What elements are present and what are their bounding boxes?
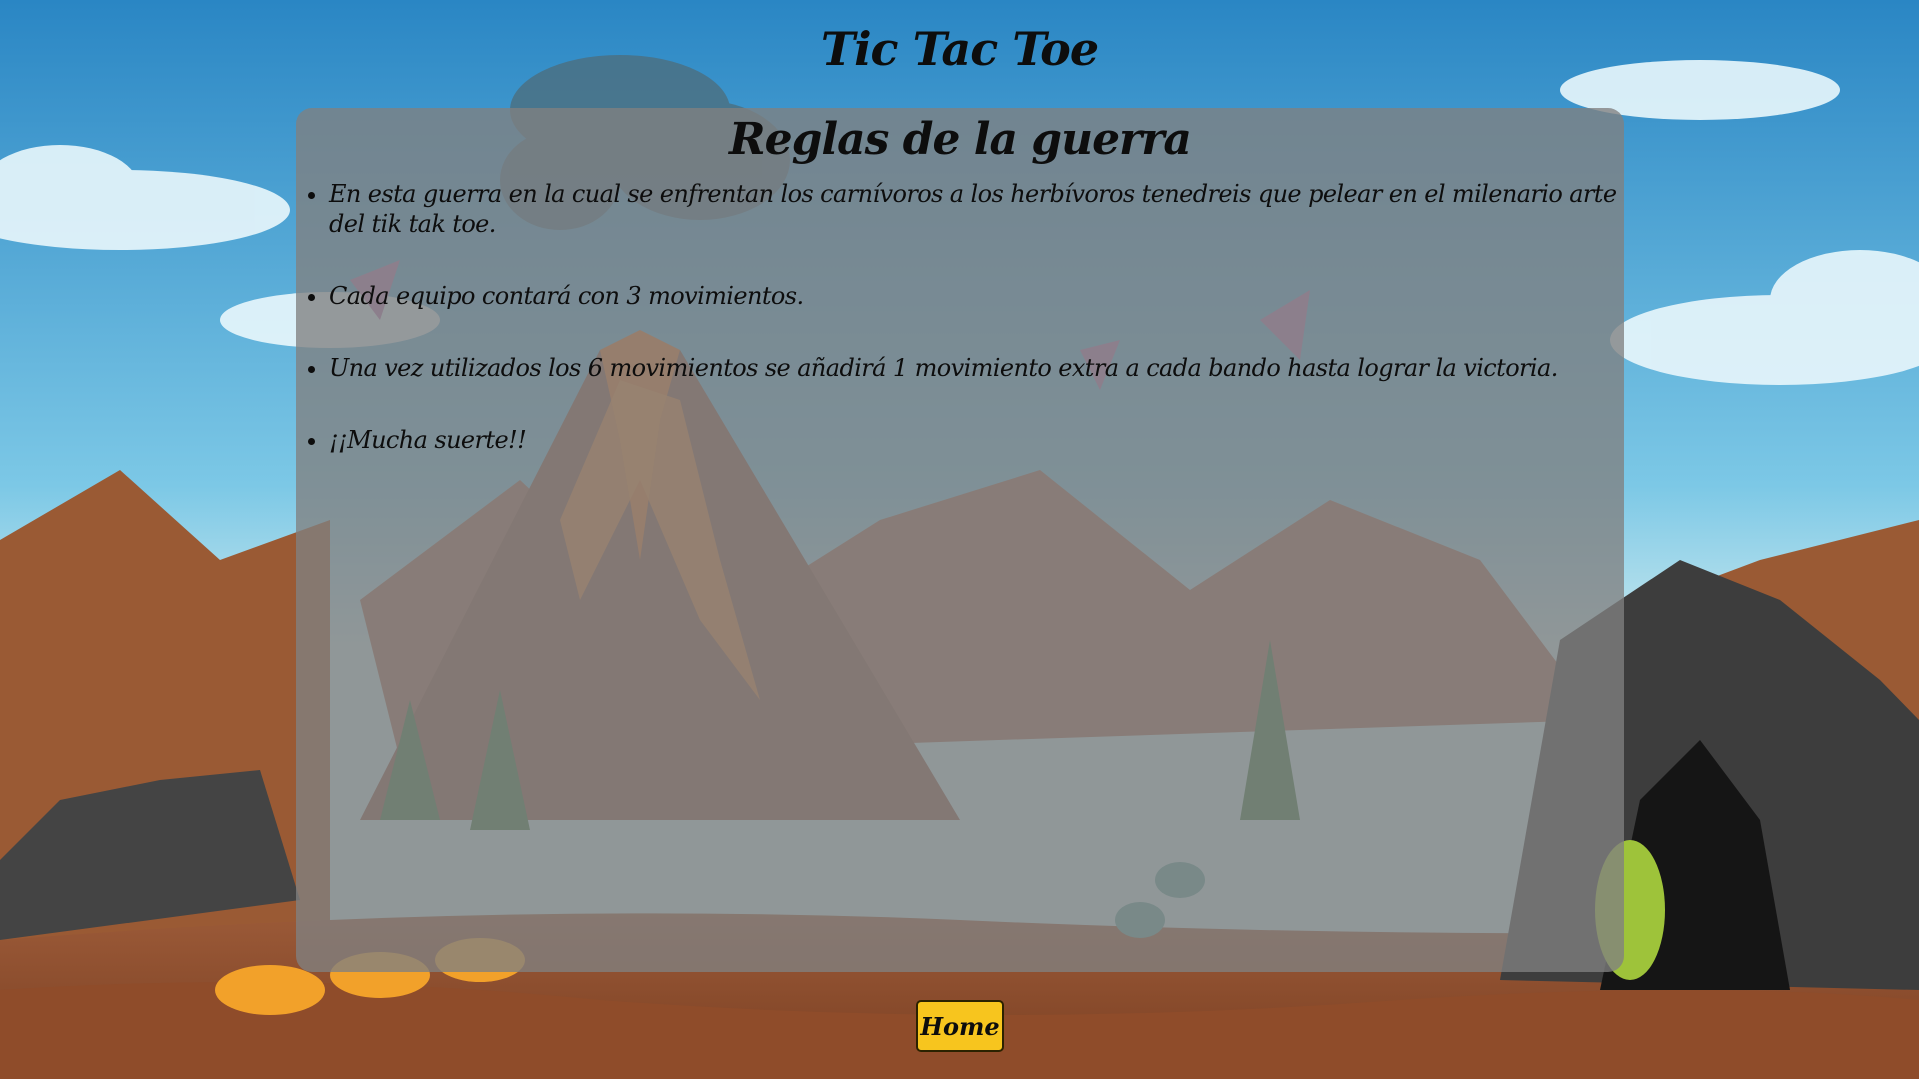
rules-panel: Reglas de la guerra En esta guerra en la… xyxy=(296,108,1624,972)
rule-item: En esta guerra en la cual se enfrentan l… xyxy=(329,179,1624,239)
rule-item: ¡¡Mucha suerte!! xyxy=(329,425,1624,455)
rules-list: En esta guerra en la cual se enfrentan l… xyxy=(296,179,1624,455)
page-title: Tic Tac Toe xyxy=(820,22,1099,76)
rule-item: Cada equipo contará con 3 movimientos. xyxy=(329,281,1624,311)
rule-item: Una vez utilizados los 6 movimientos se … xyxy=(329,353,1624,383)
rules-heading: Reglas de la guerra xyxy=(729,114,1192,165)
home-button[interactable]: Home xyxy=(916,1000,1004,1052)
